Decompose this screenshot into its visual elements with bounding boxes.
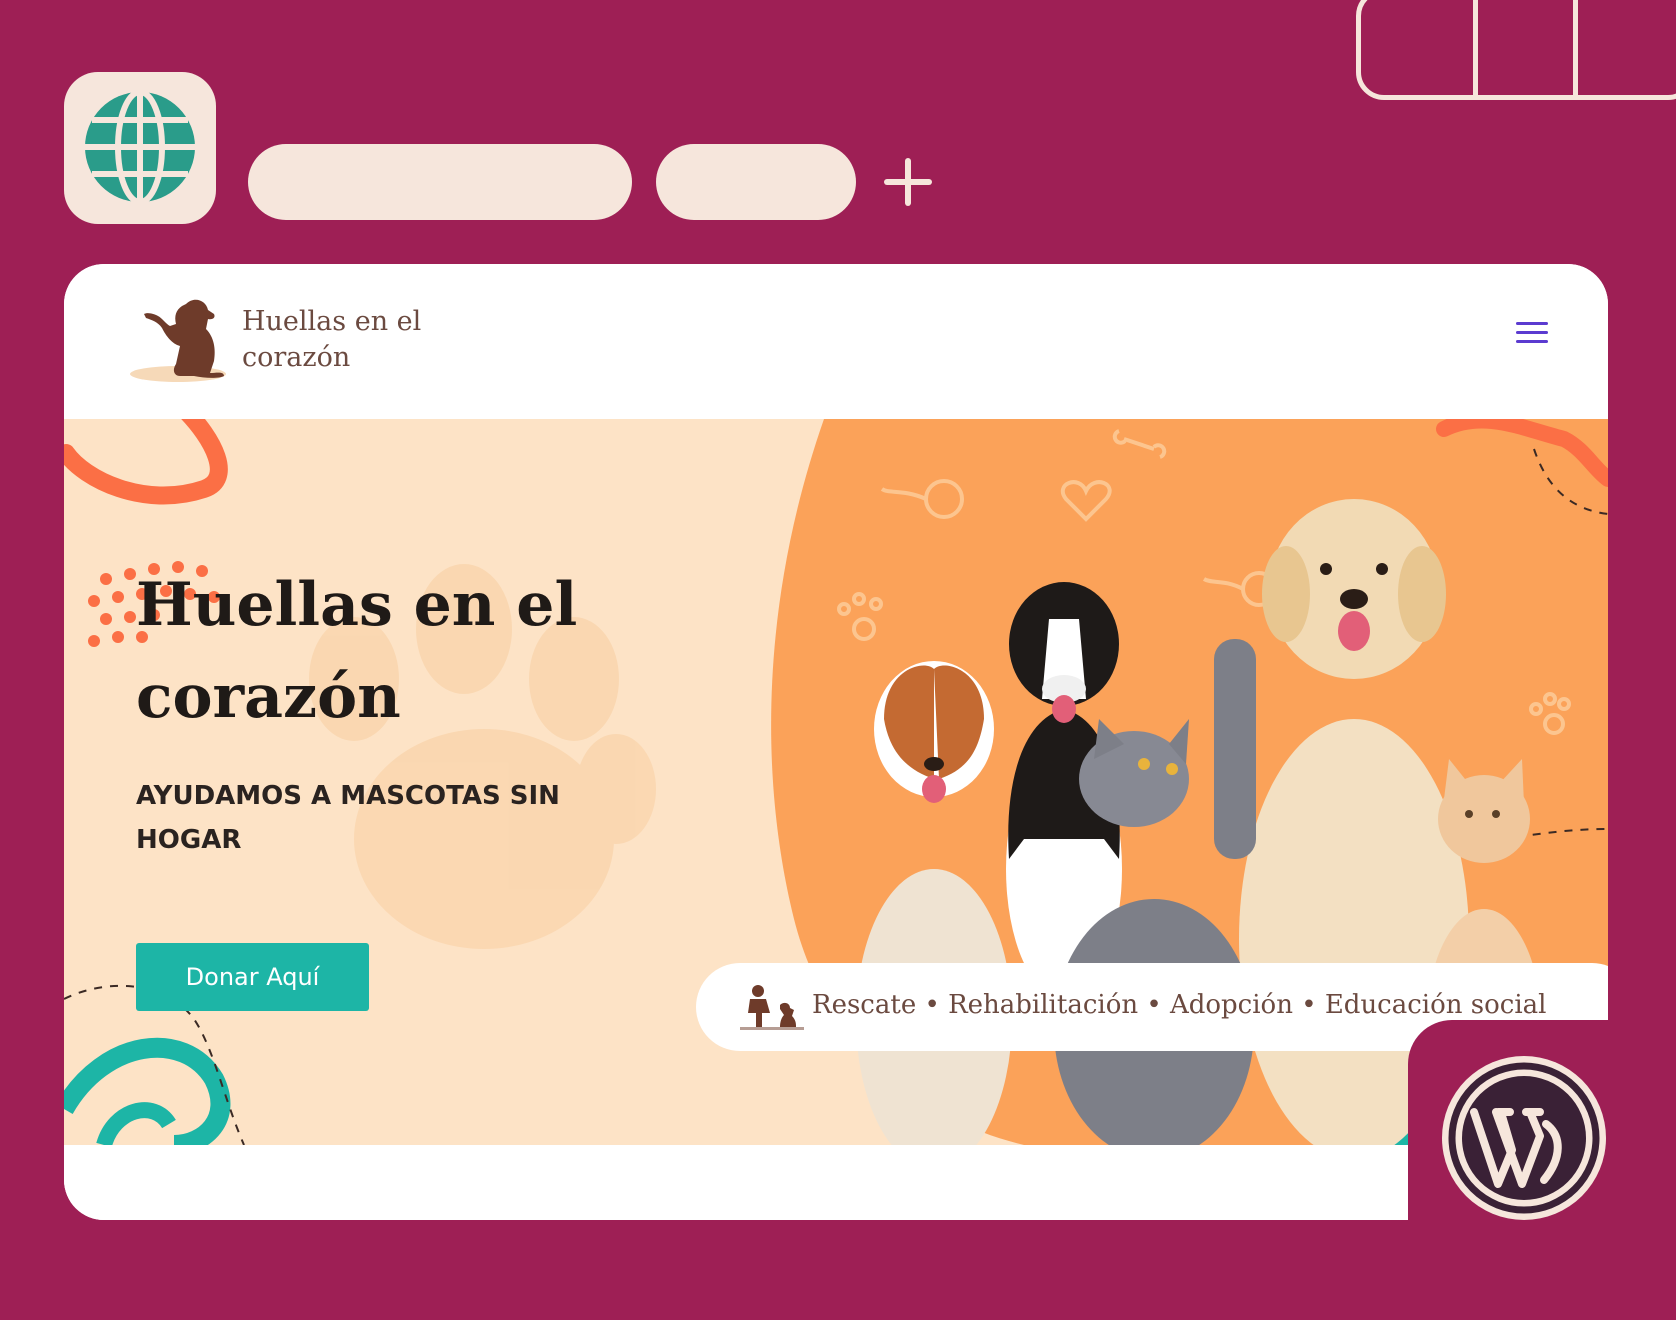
plus-icon[interactable] xyxy=(880,154,936,210)
hero-section: Huellas en el corazón AYUDAMOS A MASCOTA… xyxy=(64,419,1608,1145)
site-header: Huellas en el corazón xyxy=(64,264,1608,419)
donate-button[interactable]: Donar Aquí xyxy=(136,943,369,1011)
person-with-dog-icon xyxy=(740,985,804,1030)
window-controls xyxy=(1356,0,1676,100)
services-text: Rescate • Rehabilitación • Adopción • Ed… xyxy=(812,990,1547,1020)
hamburger-icon[interactable] xyxy=(1516,322,1548,348)
globe-icon xyxy=(85,89,195,205)
browser-tab-active[interactable] xyxy=(64,72,216,224)
browser-tab[interactable] xyxy=(248,144,632,220)
hero-title: Huellas en el corazón xyxy=(136,570,578,732)
window-control-divider xyxy=(1473,0,1478,95)
browser-tab[interactable] xyxy=(656,144,856,220)
site-logo-text[interactable]: Huellas en el corazón xyxy=(242,304,442,376)
hero-subtitle: AYUDAMOS A MASCOTAS SIN HOGAR xyxy=(136,781,560,855)
dog-logo-icon xyxy=(130,299,226,382)
page-footer-area xyxy=(64,1145,1608,1220)
window-control-divider xyxy=(1573,0,1578,95)
web-page: Huellas en el corazón Huellas en el cora… xyxy=(64,264,1608,1220)
wordpress-logo xyxy=(1442,1056,1606,1220)
